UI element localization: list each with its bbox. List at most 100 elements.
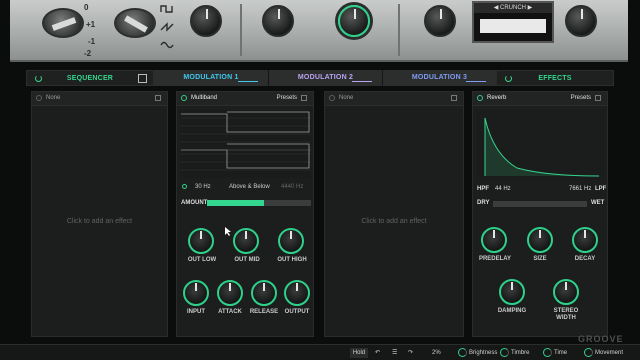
damping-label: DAMPING — [497, 308, 527, 314]
freq-low-value[interactable]: 30 Hz — [195, 184, 211, 190]
octave-selector-knob[interactable] — [42, 8, 84, 38]
effect-slot-1[interactable]: None Click to add an effect — [31, 91, 168, 337]
output-knob[interactable] — [284, 280, 310, 306]
crunch-label: CRUNCH — [500, 5, 526, 11]
wet-label: WET — [591, 200, 605, 206]
crossover-icon[interactable] — [182, 184, 187, 189]
tab-sequencer[interactable]: SEQUENCER — [26, 70, 154, 86]
power-icon[interactable] — [36, 95, 42, 101]
sine-wave-icon — [160, 41, 174, 49]
width-label: WIDTH — [556, 315, 576, 321]
decay-knob[interactable] — [572, 227, 598, 253]
slot-menu-icon[interactable] — [301, 95, 307, 101]
power-icon[interactable] — [477, 95, 483, 101]
macro-label: Brightness — [469, 350, 498, 357]
osc-knob[interactable] — [190, 5, 222, 37]
list-icon[interactable]: ☰ — [392, 348, 397, 358]
tab-label: MODULATION 3 — [411, 74, 468, 81]
size-knob[interactable] — [527, 227, 553, 253]
next-arrow-icon[interactable]: ▶ — [528, 5, 533, 11]
amount-fill — [207, 200, 265, 206]
input-knob[interactable] — [183, 280, 209, 306]
release-knob[interactable] — [251, 280, 277, 306]
cursor-icon — [225, 227, 231, 236]
effect-slot-3[interactable]: None Click to add an effect — [324, 91, 464, 337]
band-mode[interactable]: Above & Below — [229, 184, 270, 190]
stereo-width-knob[interactable] — [553, 279, 579, 305]
freq-high-value[interactable]: 4440 Hz — [281, 184, 303, 190]
hpf-value[interactable]: 44 Hz — [495, 186, 511, 192]
divider — [398, 4, 400, 56]
sequencer-menu-icon[interactable] — [138, 74, 147, 83]
drive-knob[interactable] — [424, 5, 456, 37]
predelay-label: PREDELAY — [478, 256, 512, 262]
power-icon[interactable] — [329, 95, 335, 101]
macro-label: Movement — [595, 350, 624, 357]
slot-name: None — [339, 95, 354, 101]
hold-button[interactable]: Hold — [350, 348, 368, 358]
macro-label: Time — [554, 350, 568, 357]
out-low-label: OUT LOW — [187, 257, 217, 263]
tab-modulation-1[interactable]: MODULATION 1 — [154, 70, 268, 86]
presets-button[interactable]: Presets — [571, 95, 591, 101]
macro-movement[interactable]: Movement — [584, 348, 623, 358]
tab-label: EFFECTS — [538, 75, 572, 82]
power-icon[interactable] — [35, 75, 42, 82]
tab-modulation-3[interactable]: MODULATION 3 — [382, 70, 496, 86]
dry-wet-slider[interactable] — [493, 201, 587, 207]
octave-label-minus2: -2 — [84, 49, 92, 58]
octave-label-0: 0 — [84, 3, 89, 12]
output-knob[interactable] — [565, 5, 597, 37]
tab-modulation-2[interactable]: MODULATION 2 — [268, 70, 382, 86]
zoom-level[interactable]: 2% — [432, 348, 441, 358]
lpf-value[interactable]: 7661 Hz — [569, 186, 591, 192]
presets-button[interactable]: Presets — [277, 95, 297, 101]
effect-slot-reverb: Reverb Presets HPF 44 Hz 7661 Hz LPF DRY… — [472, 91, 608, 337]
slot-name: Multiband — [191, 95, 218, 101]
bottom-toolbar: Hold ↶ ☰ ↷ 2% Brightness Timbre Time Mov… — [0, 344, 640, 360]
waveform-selector-knob[interactable] — [114, 8, 156, 38]
reverb-decay-graph[interactable] — [477, 110, 605, 180]
resonance-knob[interactable] — [338, 5, 370, 37]
decay-label: DECAY — [574, 256, 596, 262]
out-high-label: OUT HIGH — [277, 257, 307, 263]
out-mid-knob[interactable] — [233, 228, 259, 254]
crunch-display[interactable]: ◀ CRUNCH ▶ — [472, 1, 554, 43]
tab-underline — [238, 81, 258, 82]
tab-underline — [352, 81, 372, 82]
multiband-graph[interactable] — [181, 110, 311, 178]
undo-icon[interactable]: ↶ — [375, 348, 380, 358]
slot-name: None — [46, 95, 61, 101]
octave-label-plus1: +1 — [86, 20, 96, 29]
macro-brightness[interactable]: Brightness — [458, 348, 497, 358]
hpf-label: HPF — [477, 186, 489, 192]
tab-label: SEQUENCER — [66, 75, 114, 82]
amount-slider[interactable] — [207, 200, 311, 206]
output-label: OUTPUT — [284, 309, 310, 315]
attack-knob[interactable] — [217, 280, 243, 306]
power-icon[interactable] — [505, 75, 512, 82]
out-mid-label: OUT MID — [234, 257, 260, 263]
damping-knob[interactable] — [499, 279, 525, 305]
time-dial-icon — [543, 348, 552, 357]
slot-menu-icon[interactable] — [595, 95, 601, 101]
saw-wave-icon — [160, 22, 174, 32]
hardware-panel: 0 +1 -1 -2 ◀ CRUNCH ▶ — [10, 0, 628, 62]
power-icon[interactable] — [181, 95, 187, 101]
filter-knob[interactable] — [262, 5, 294, 37]
tab-effects[interactable]: EFFECTS — [496, 70, 614, 86]
effect-slot-multiband: Multiband Presets 30 Hz Above & Below 44… — [176, 91, 314, 337]
lpf-label: LPF — [595, 186, 607, 192]
slot-menu-icon[interactable] — [451, 95, 457, 101]
redo-icon[interactable]: ↷ — [408, 348, 413, 358]
out-low-knob[interactable] — [188, 228, 214, 254]
prev-arrow-icon[interactable]: ◀ — [494, 5, 499, 11]
out-high-knob[interactable] — [278, 228, 304, 254]
predelay-knob[interactable] — [481, 227, 507, 253]
stereo-label: STEREO — [553, 308, 579, 314]
macro-timbre[interactable]: Timbre — [500, 348, 529, 358]
divider — [240, 4, 242, 56]
slot-menu-icon[interactable] — [155, 95, 161, 101]
macro-label: Timbre — [511, 350, 530, 357]
macro-time[interactable]: Time — [543, 348, 567, 358]
